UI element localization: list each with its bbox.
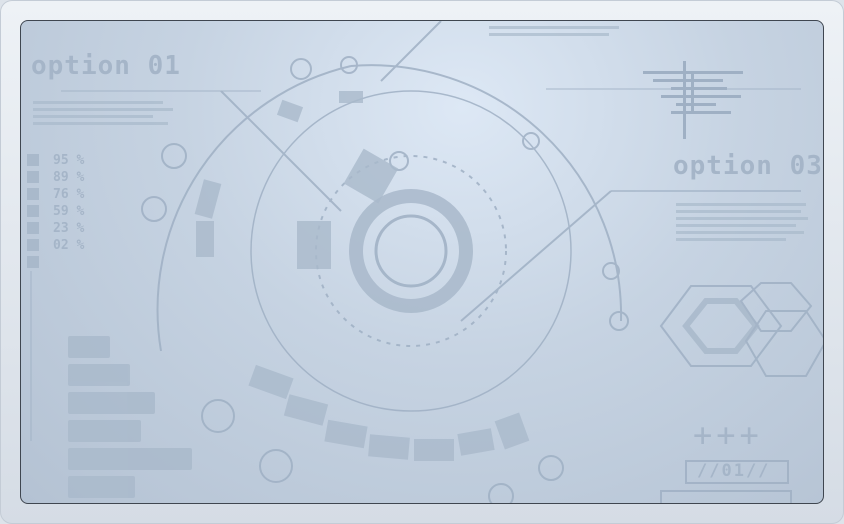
plus-signs: +++ [693,416,763,454]
barcode [643,61,743,139]
node [141,196,167,222]
node [290,58,312,80]
percentage-list: 95 % 89 % 76 % 59 % 23 % 02 % [53,152,84,254]
node [201,399,235,433]
node [522,132,540,150]
percentage-item: 02 % [53,238,85,253]
percentage-item: 95 % [53,153,85,168]
outer-arc [156,65,352,352]
device-bezel: option 01 95 % 89 % 76 % 59 % 23 % 02 % … [0,0,844,524]
percentage-item: 89 % [53,170,85,185]
code-box-lower [660,490,792,503]
percentage-item: 76 % [53,187,85,202]
node [259,449,293,483]
hud-screen: option 01 95 % 89 % 76 % 59 % 23 % 02 % … [20,20,824,504]
code-label: //01// [697,461,771,481]
node [488,483,514,503]
percentage-item: 23 % [53,221,85,236]
node [538,455,564,481]
percentage-item: 59 % [53,204,85,219]
percent-markers [27,154,39,268]
hexagon [744,310,823,377]
bar-blocks [68,336,192,498]
option-01-title: option 01 [31,51,181,81]
option-03-title: option 03 [673,151,823,181]
node [161,143,187,169]
node [609,311,629,331]
core-inner [374,214,448,288]
inner-dashed-ring [315,155,507,347]
core-ring [349,189,473,313]
connector-line [460,190,612,322]
